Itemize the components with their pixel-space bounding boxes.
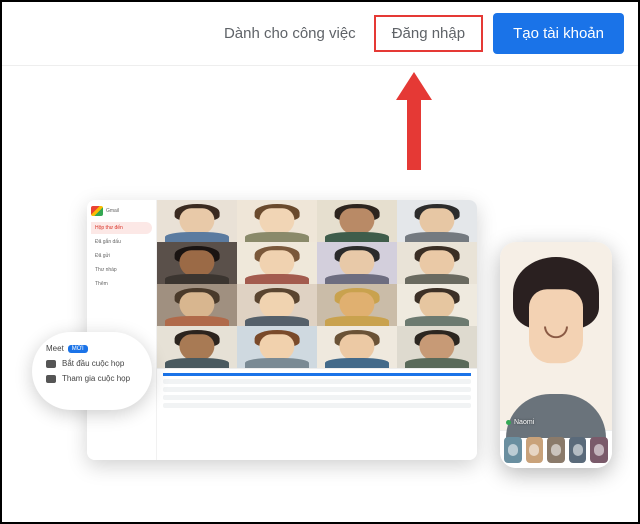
start-meeting-row: Bắt đầu cuộc họp <box>46 359 138 368</box>
nav-more: Thêm <box>91 278 152 290</box>
phone-mock: Naomi <box>500 242 612 468</box>
video-cell <box>237 200 317 242</box>
sign-in-link[interactable]: Đăng nhập <box>374 15 483 52</box>
mail-row <box>163 403 471 408</box>
arrow-shaft <box>407 100 421 170</box>
hero-illustration: Gmail Hộp thư đến Đã gắn dấu Đã gửi Thư … <box>32 200 612 480</box>
header: Dành cho công việc Đăng nhập Tạo tài kho… <box>2 2 638 66</box>
mail-row <box>163 395 471 400</box>
video-cell <box>397 200 477 242</box>
gmail-sidebar: Gmail Hộp thư đến Đã gắn dấu Đã gửi Thư … <box>87 200 157 460</box>
video-camera-icon <box>46 360 56 368</box>
caller-label: Naomi <box>506 419 534 426</box>
mail-row <box>163 379 471 384</box>
video-cell <box>157 242 237 284</box>
thumbnail <box>504 437 522 463</box>
video-cell <box>157 200 237 242</box>
video-cell <box>397 326 477 368</box>
page-frame: Dành cho công việc Đăng nhập Tạo tài kho… <box>0 0 640 524</box>
nav-sent: Đã gửi <box>91 250 152 262</box>
thumbnail <box>590 437 608 463</box>
gmail-logo: Gmail <box>91 206 152 216</box>
video-cell <box>317 200 397 242</box>
video-cell <box>317 242 397 284</box>
arrow-head-icon <box>396 72 432 100</box>
thumbnail <box>526 437 544 463</box>
video-cell <box>237 326 317 368</box>
phone-video: Naomi <box>500 242 612 430</box>
for-work-link[interactable]: Dành cho công việc <box>206 15 374 52</box>
status-dot-icon <box>506 420 511 425</box>
create-account-button[interactable]: Tạo tài khoản <box>493 13 624 54</box>
video-cell <box>237 242 317 284</box>
thumbnail <box>547 437 565 463</box>
caller-name: Naomi <box>514 419 534 426</box>
video-cell <box>237 284 317 326</box>
new-badge: MỚI <box>68 345 88 353</box>
join-meeting-label: Tham gia cuộc họp <box>62 374 130 383</box>
phone-smile <box>544 326 568 338</box>
join-meeting-row: Tham gia cuộc họp <box>46 374 138 383</box>
start-meeting-label: Bắt đầu cuộc họp <box>62 359 124 368</box>
meet-title: Meet <box>46 344 64 353</box>
gmail-brand-text: Gmail <box>106 208 119 214</box>
video-cell <box>317 284 397 326</box>
mail-list <box>157 368 477 460</box>
gmail-icon <box>91 206 103 216</box>
nav-drafts: Thư nháp <box>91 264 152 276</box>
video-cell <box>397 284 477 326</box>
arrow-annotation <box>396 72 432 170</box>
nav-inbox: Hộp thư đến <box>91 222 152 234</box>
phone-body <box>506 394 606 438</box>
laptop-mock: Gmail Hộp thư đến Đã gắn dấu Đã gửi Thư … <box>87 200 477 460</box>
phone-face <box>529 289 583 363</box>
keyboard-icon <box>46 375 56 383</box>
video-cell <box>157 326 237 368</box>
mail-row <box>163 387 471 392</box>
video-cell <box>157 284 237 326</box>
video-cell <box>317 326 397 368</box>
meet-bubble: Meet MỚI Bắt đầu cuộc họp Tham gia cuộc … <box>32 332 152 410</box>
video-cell <box>397 242 477 284</box>
active-tab-bar <box>163 373 471 376</box>
nav-starred: Đã gắn dấu <box>91 236 152 248</box>
video-grid: ▦👥 <box>157 200 477 368</box>
thumbnail <box>569 437 587 463</box>
laptop-content: ▦👥 <box>157 200 477 460</box>
